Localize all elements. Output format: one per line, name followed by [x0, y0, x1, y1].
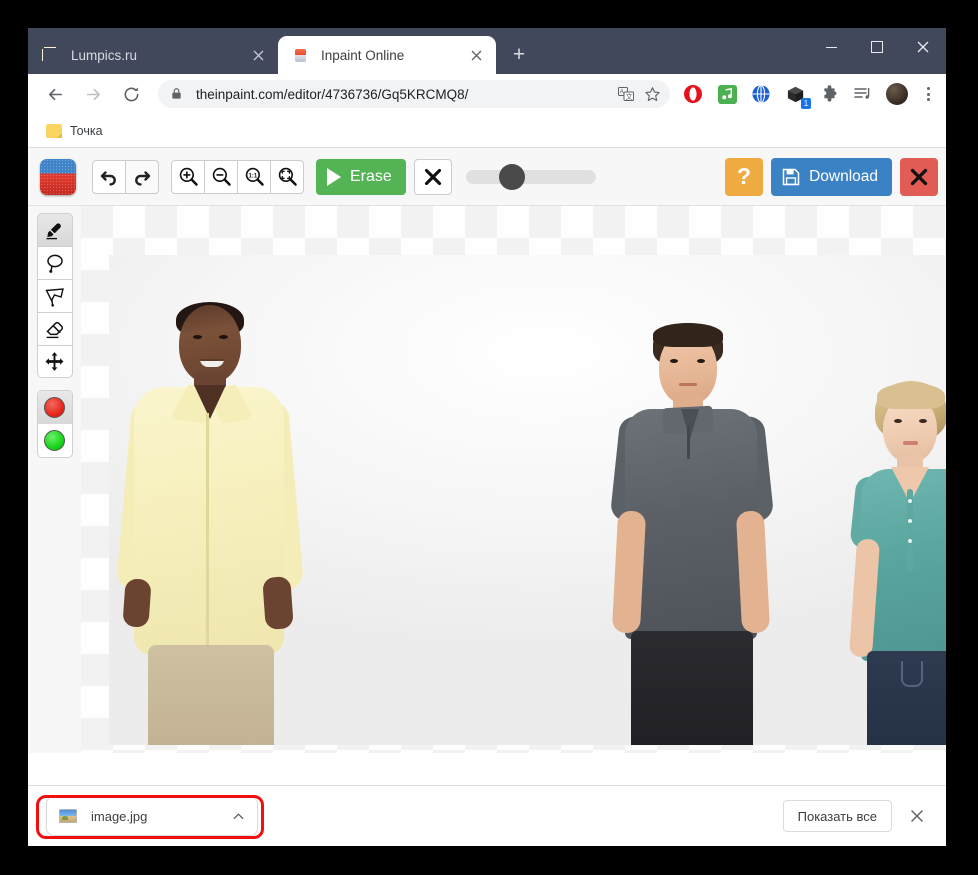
- erase-label: Erase: [350, 167, 392, 185]
- folder-icon: [46, 123, 62, 138]
- inpaint-logo-icon: [40, 158, 76, 195]
- navigation-bar: theinpaint.com/editor/4736736/Gq5KRCMQ8/…: [28, 74, 946, 114]
- globe-icon[interactable]: [748, 81, 774, 107]
- bookmark-label: Точка: [70, 123, 103, 138]
- translate-icon[interactable]: 文A: [614, 82, 638, 106]
- floppy-icon: [782, 168, 800, 185]
- tab-strip: Lumpics.ru Inpaint Online +: [28, 28, 946, 74]
- window-controls: [808, 28, 946, 66]
- download-item[interactable]: image.jpg: [46, 796, 258, 836]
- eraser-tool[interactable]: [36, 312, 73, 345]
- person-figure: [609, 323, 794, 745]
- svg-text:A: A: [620, 90, 624, 96]
- polygon-lasso-tool[interactable]: [36, 279, 73, 312]
- star-icon[interactable]: [640, 82, 664, 106]
- inpaint-app: 1:1 Erase ? Download: [28, 148, 946, 753]
- box-icon[interactable]: 1: [782, 81, 811, 109]
- brush-size-slider[interactable]: [465, 159, 596, 195]
- green-circle-icon: [44, 430, 65, 451]
- slider-thumb[interactable]: [498, 163, 525, 190]
- extension-badge: 1: [801, 98, 811, 109]
- url-text: theinpaint.com/editor/4736736/Gq5KRCMQ8/: [196, 86, 469, 102]
- bookmark-tochka[interactable]: Точка: [38, 120, 111, 142]
- tab-lumpics[interactable]: Lumpics.ru: [28, 36, 278, 74]
- maximize-icon[interactable]: [854, 31, 900, 63]
- zoom-in-button[interactable]: [171, 159, 205, 194]
- lasso-icon: [46, 254, 63, 273]
- shelf-close-icon[interactable]: [902, 801, 932, 831]
- svg-text:文: 文: [626, 92, 633, 101]
- zoom-out-button[interactable]: [204, 159, 238, 194]
- red-swatch[interactable]: [37, 391, 72, 424]
- eraser-icon: [45, 321, 63, 339]
- marker-icon: [46, 223, 61, 240]
- app-close-button[interactable]: [900, 157, 938, 196]
- chevron-up-icon[interactable]: [225, 803, 251, 829]
- extensions-row: 1: [676, 81, 940, 109]
- address-bar[interactable]: theinpaint.com/editor/4736736/Gq5KRCMQ8/…: [158, 80, 670, 108]
- show-all-downloads-button[interactable]: Показать все: [782, 800, 892, 832]
- help-button[interactable]: ?: [725, 157, 764, 196]
- marker-tool[interactable]: [36, 213, 73, 246]
- zoom-button-group: 1:1: [171, 159, 304, 194]
- music-note-icon[interactable]: [714, 81, 740, 107]
- slider-track: [465, 169, 596, 184]
- puzzle-icon[interactable]: [816, 81, 842, 107]
- svg-text:1:1: 1:1: [248, 172, 257, 179]
- polygon-lasso-icon: [44, 288, 64, 307]
- tab-close-icon[interactable]: [246, 43, 270, 67]
- download-button[interactable]: Download: [771, 157, 892, 196]
- erase-button[interactable]: Erase: [316, 158, 406, 195]
- undo-button[interactable]: [92, 159, 126, 194]
- person-figure: [115, 302, 324, 745]
- tab-inpaint-online[interactable]: Inpaint Online: [278, 36, 496, 74]
- cancel-button[interactable]: [413, 158, 452, 195]
- person-figure: [839, 381, 946, 745]
- tool-sidebar: [28, 206, 81, 753]
- color-swatches: [36, 390, 73, 458]
- history-button-group: [92, 159, 159, 194]
- close-icon[interactable]: [900, 31, 946, 63]
- playlist-icon[interactable]: [850, 81, 876, 107]
- eraser-icon: [292, 47, 309, 64]
- reload-icon[interactable]: [116, 79, 146, 109]
- image-thumbnail-icon: [59, 809, 77, 823]
- zoom-actual-button[interactable]: 1:1: [237, 159, 271, 194]
- move-arrows-icon: [45, 352, 64, 371]
- tool-group-gap: [28, 378, 81, 390]
- lasso-tool[interactable]: [36, 246, 73, 279]
- redo-button[interactable]: [125, 159, 159, 194]
- kebab-menu-icon[interactable]: [916, 82, 940, 106]
- red-circle-icon: [44, 397, 65, 418]
- bookmark-bar: Точка: [28, 114, 946, 148]
- green-swatch[interactable]: [38, 424, 72, 457]
- browser-window: Lumpics.ru Inpaint Online + theinpaint.c…: [28, 28, 946, 846]
- orange-icon: [42, 47, 59, 64]
- canvas-photo[interactable]: [109, 255, 946, 745]
- app-toolbar: 1:1 Erase ? Download: [28, 148, 946, 206]
- download-shelf: image.jpg Показать все: [28, 785, 946, 846]
- tab-title: Inpaint Online: [321, 47, 405, 63]
- new-tab-button[interactable]: +: [504, 40, 534, 70]
- download-file-name: image.jpg: [91, 808, 148, 824]
- minimize-icon[interactable]: [808, 31, 854, 63]
- avatar[interactable]: [886, 83, 908, 105]
- forward-arrow-icon[interactable]: [78, 79, 108, 109]
- download-label: Download: [809, 167, 878, 185]
- zoom-fit-button[interactable]: [270, 159, 304, 194]
- editor-canvas[interactable]: [81, 206, 946, 753]
- lock-icon: [170, 87, 184, 101]
- move-tool[interactable]: [36, 345, 73, 378]
- tab-close-icon[interactable]: [464, 43, 488, 67]
- tab-title: Lumpics.ru: [71, 47, 138, 63]
- back-arrow-icon[interactable]: [40, 79, 70, 109]
- play-icon: [327, 167, 341, 186]
- opera-icon[interactable]: [680, 81, 706, 107]
